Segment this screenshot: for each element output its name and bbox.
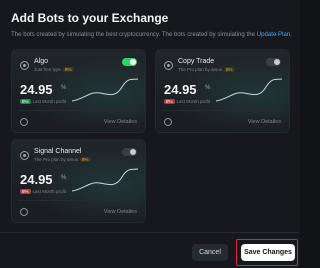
copy-trade-icon bbox=[164, 61, 173, 70]
cancel-button[interactable]: Cancel bbox=[192, 244, 228, 261]
settings-gear-icon[interactable] bbox=[20, 118, 28, 126]
toggle-knob bbox=[274, 59, 280, 65]
signal-channel-toggle[interactable] bbox=[122, 148, 137, 156]
bot-card-subtitle: The Pro plan by amus 8% bbox=[34, 157, 91, 162]
profit-badge: 8% bbox=[20, 189, 31, 194]
profit-sparkline bbox=[71, 168, 139, 192]
algo-bot-icon bbox=[20, 61, 29, 70]
bot-card-name: Algo bbox=[34, 58, 49, 65]
profit-value: 24.95 bbox=[20, 82, 53, 97]
bot-card-sub-text: Just free type bbox=[34, 67, 62, 72]
dialog-subtitle: The bots created by simulating the best … bbox=[11, 31, 296, 38]
profit-sparkline bbox=[71, 78, 139, 102]
profit-period: 8% Last Month profit bbox=[20, 189, 66, 194]
copy-trade-toggle[interactable] bbox=[266, 58, 281, 66]
view-details-link[interactable]: View Detailes bbox=[104, 119, 137, 125]
algo-toggle[interactable] bbox=[122, 58, 137, 66]
bot-card-chip: 8% bbox=[224, 67, 235, 72]
bot-card-sub-text: The Pro plan by amus bbox=[34, 157, 79, 162]
bot-card-algo: Algo Just free type 8% 24.95 % 8% Last Mon… bbox=[11, 49, 146, 133]
bot-card-chip: 8% bbox=[63, 67, 74, 72]
bot-card-chip: 8% bbox=[80, 157, 91, 162]
card-divider bbox=[18, 110, 139, 111]
profit-period: 8% Last Month profit bbox=[164, 99, 210, 104]
dialog-title: Add Bots to your Exchange bbox=[11, 11, 169, 25]
signal-channel-icon bbox=[20, 151, 29, 160]
view-details-link[interactable]: View Detailes bbox=[104, 209, 137, 215]
profit-sparkline bbox=[215, 78, 283, 102]
profit-unit: % bbox=[61, 175, 67, 181]
subtitle-suffix: . bbox=[290, 31, 292, 38]
toggle-knob bbox=[130, 59, 136, 65]
profit-unit: % bbox=[61, 85, 67, 91]
profit-period-text: Last Month profit bbox=[176, 99, 211, 104]
add-bots-dialog: Add Bots to your Exchange The bots creat… bbox=[0, 0, 300, 268]
profit-value: 24.95 bbox=[164, 82, 197, 97]
card-divider bbox=[18, 200, 139, 201]
profit-value: 24.95 bbox=[20, 172, 53, 187]
profit-unit: % bbox=[205, 85, 211, 91]
profit-badge: 8% bbox=[164, 99, 175, 104]
footer-divider bbox=[0, 232, 300, 233]
bot-card-subtitle: The Pro plan by amus 8% bbox=[178, 67, 235, 72]
bot-card-subtitle: Just free type 8% bbox=[34, 67, 74, 72]
bot-card-copy-trade: Copy Trade The Pro plan by amus 8% 24.95 … bbox=[155, 49, 290, 133]
update-plan-link[interactable]: Update Plan bbox=[257, 31, 291, 38]
card-divider bbox=[162, 110, 283, 111]
profit-period-text: Last Month profit bbox=[32, 99, 67, 104]
save-changes-button[interactable]: Save Changes bbox=[241, 244, 295, 261]
bot-card-signal-channel: Signal Channel The Pro plan by amus 8% 24… bbox=[11, 139, 146, 223]
toggle-knob bbox=[130, 149, 136, 155]
bot-card-name: Copy Trade bbox=[178, 58, 215, 65]
settings-gear-icon[interactable] bbox=[20, 208, 28, 216]
subtitle-text: The bots created by simulating the best … bbox=[11, 31, 257, 38]
settings-gear-icon[interactable] bbox=[164, 118, 172, 126]
bot-card-sub-text: The Pro plan by amus bbox=[178, 67, 223, 72]
profit-period-text: Last Month profit bbox=[32, 189, 67, 194]
profit-badge: 8% bbox=[20, 99, 31, 104]
profit-period: 8% Last Month profit bbox=[20, 99, 66, 104]
bot-card-name: Signal Channel bbox=[34, 148, 82, 155]
view-details-link[interactable]: View Detailes bbox=[248, 119, 281, 125]
